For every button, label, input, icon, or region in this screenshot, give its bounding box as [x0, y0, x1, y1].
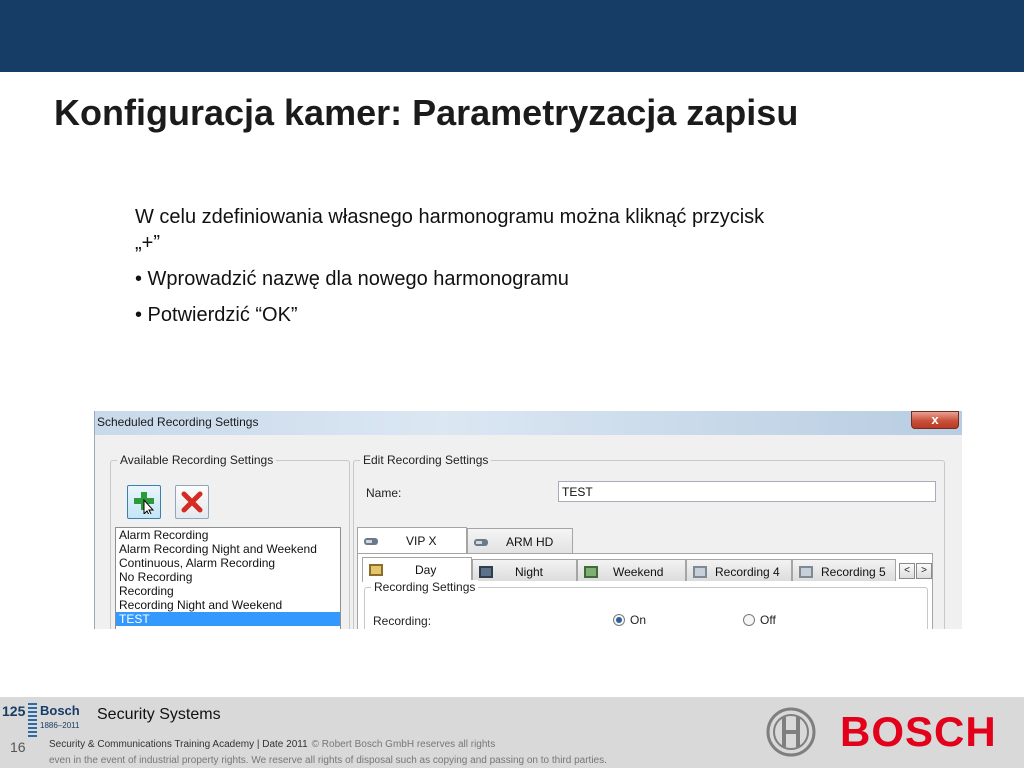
camera-icon: [474, 539, 488, 546]
bosch-brand: BOSCH: [840, 708, 997, 755]
list-item[interactable]: Recording Night and Weekend: [116, 598, 340, 612]
list-item[interactable]: Recording: [116, 584, 340, 598]
page-number: 16: [10, 739, 26, 755]
add-schedule-button[interactable]: [127, 485, 161, 519]
list-item[interactable]: No Recording: [116, 570, 340, 584]
legal-line-2: even in the event of industrial property…: [49, 755, 607, 766]
schedule-tab-recording-4[interactable]: Recording 4: [686, 559, 792, 581]
recording-on-label: On: [630, 613, 647, 627]
bullet-confirm-ok: • Potwierdzić “OK”: [135, 304, 298, 326]
delete-x-icon: [181, 491, 203, 513]
edit-settings-legend: Edit Recording Settings: [360, 453, 492, 467]
bosch-125-logo: 125 Bosch 1886–2011: [2, 703, 86, 739]
scheduled-recording-dialog: Scheduled Recording Settings x Available…: [94, 411, 962, 629]
copyright: © Robert Bosch GmbH reserves all rights: [311, 739, 496, 750]
bullet-enter-name: • Wprowadzić nazwę dla nowego harmonogra…: [135, 268, 569, 290]
schedule-tab-label: Day: [415, 563, 437, 577]
add-plus-icon: [134, 492, 155, 514]
edit-settings-group: Edit Recording Settings Name: VIP X ARM …: [353, 453, 945, 629]
bosch-armature-icon: [766, 707, 816, 757]
camera-tab-label: VIP X: [406, 534, 437, 548]
camera-tab-panel: Day Night Weekend Recording 4 Recording …: [357, 553, 933, 629]
schedule-tab-weekend[interactable]: Weekend: [577, 559, 686, 581]
slide-body: W celu zdefiniowania własnego harmonogra…: [135, 204, 795, 338]
camera-icon: [364, 538, 378, 545]
list-item[interactable]: Alarm Recording: [116, 528, 340, 542]
list-item[interactable]: Continuous, Alarm Recording: [116, 556, 340, 570]
logo-number: 125: [2, 703, 26, 719]
schedule-icon: [693, 566, 707, 578]
academy-date: Security & Communications Training Acade…: [49, 739, 308, 750]
dialog-title: Scheduled Recording Settings: [97, 415, 259, 429]
available-settings-legend: Available Recording Settings: [117, 453, 277, 467]
schedule-icon: [479, 566, 493, 578]
recording-settings-legend: Recording Settings: [371, 580, 479, 594]
tab-scroll-right-button[interactable]: >: [916, 563, 932, 579]
legal-line-1: Security & Communications Training Acade…: [49, 739, 495, 750]
recording-settings-list[interactable]: Alarm Recording Alarm Recording Night and…: [115, 527, 341, 629]
logo-bars-icon: [28, 703, 37, 739]
schedule-tab-night[interactable]: Night: [472, 559, 577, 581]
name-label: Name:: [366, 486, 402, 500]
radio-checked-icon: [613, 614, 625, 626]
recording-settings-group: Recording Settings Recording: On Off: [364, 580, 928, 629]
logo-years: 1886–2011: [40, 721, 80, 730]
schedule-icon: [369, 564, 383, 576]
intro-text: W celu zdefiniowania własnego harmonogra…: [135, 206, 765, 254]
delete-schedule-button[interactable]: [175, 485, 209, 519]
camera-tab-armhd[interactable]: ARM HD: [467, 528, 573, 553]
schedule-tab-label: Night: [515, 565, 544, 579]
name-input[interactable]: [558, 481, 936, 502]
schedule-tab-label: Recording 5: [821, 565, 886, 579]
radio-unchecked-icon: [743, 614, 755, 626]
schedule-tab-day[interactable]: Day: [362, 557, 472, 582]
schedule-tab-label: Recording 4: [715, 565, 780, 579]
schedule-icon: [584, 566, 598, 578]
tab-scroll-left-button[interactable]: <: [899, 563, 915, 579]
list-item[interactable]: TEST: [116, 612, 340, 626]
recording-off-label: Off: [760, 613, 776, 627]
header-band: [0, 0, 1024, 72]
schedule-tab-recording-5[interactable]: Recording 5: [792, 559, 896, 581]
footer: 125 Bosch 1886–2011 Security Systems 16 …: [0, 697, 1024, 768]
recording-on-radio[interactable]: On: [613, 613, 646, 627]
dialog-titlebar: Scheduled Recording Settings x: [95, 411, 962, 435]
available-settings-group: Available Recording Settings Alarm Recor…: [110, 453, 350, 629]
section-name: Security Systems: [97, 706, 221, 723]
recording-label: Recording:: [373, 614, 432, 628]
schedule-icon: [799, 566, 813, 578]
camera-tab-label: ARM HD: [506, 535, 554, 549]
list-item[interactable]: Alarm Recording Night and Weekend: [116, 542, 340, 556]
slide-title: Konfiguracja kamer: Parametryzacja zapis…: [54, 92, 799, 133]
recording-off-radio[interactable]: Off: [743, 613, 776, 627]
logo-brand: Bosch: [40, 703, 80, 718]
close-button[interactable]: x: [911, 411, 959, 429]
schedule-tab-label: Weekend: [613, 565, 664, 579]
camera-tab-vipx[interactable]: VIP X: [357, 527, 467, 554]
